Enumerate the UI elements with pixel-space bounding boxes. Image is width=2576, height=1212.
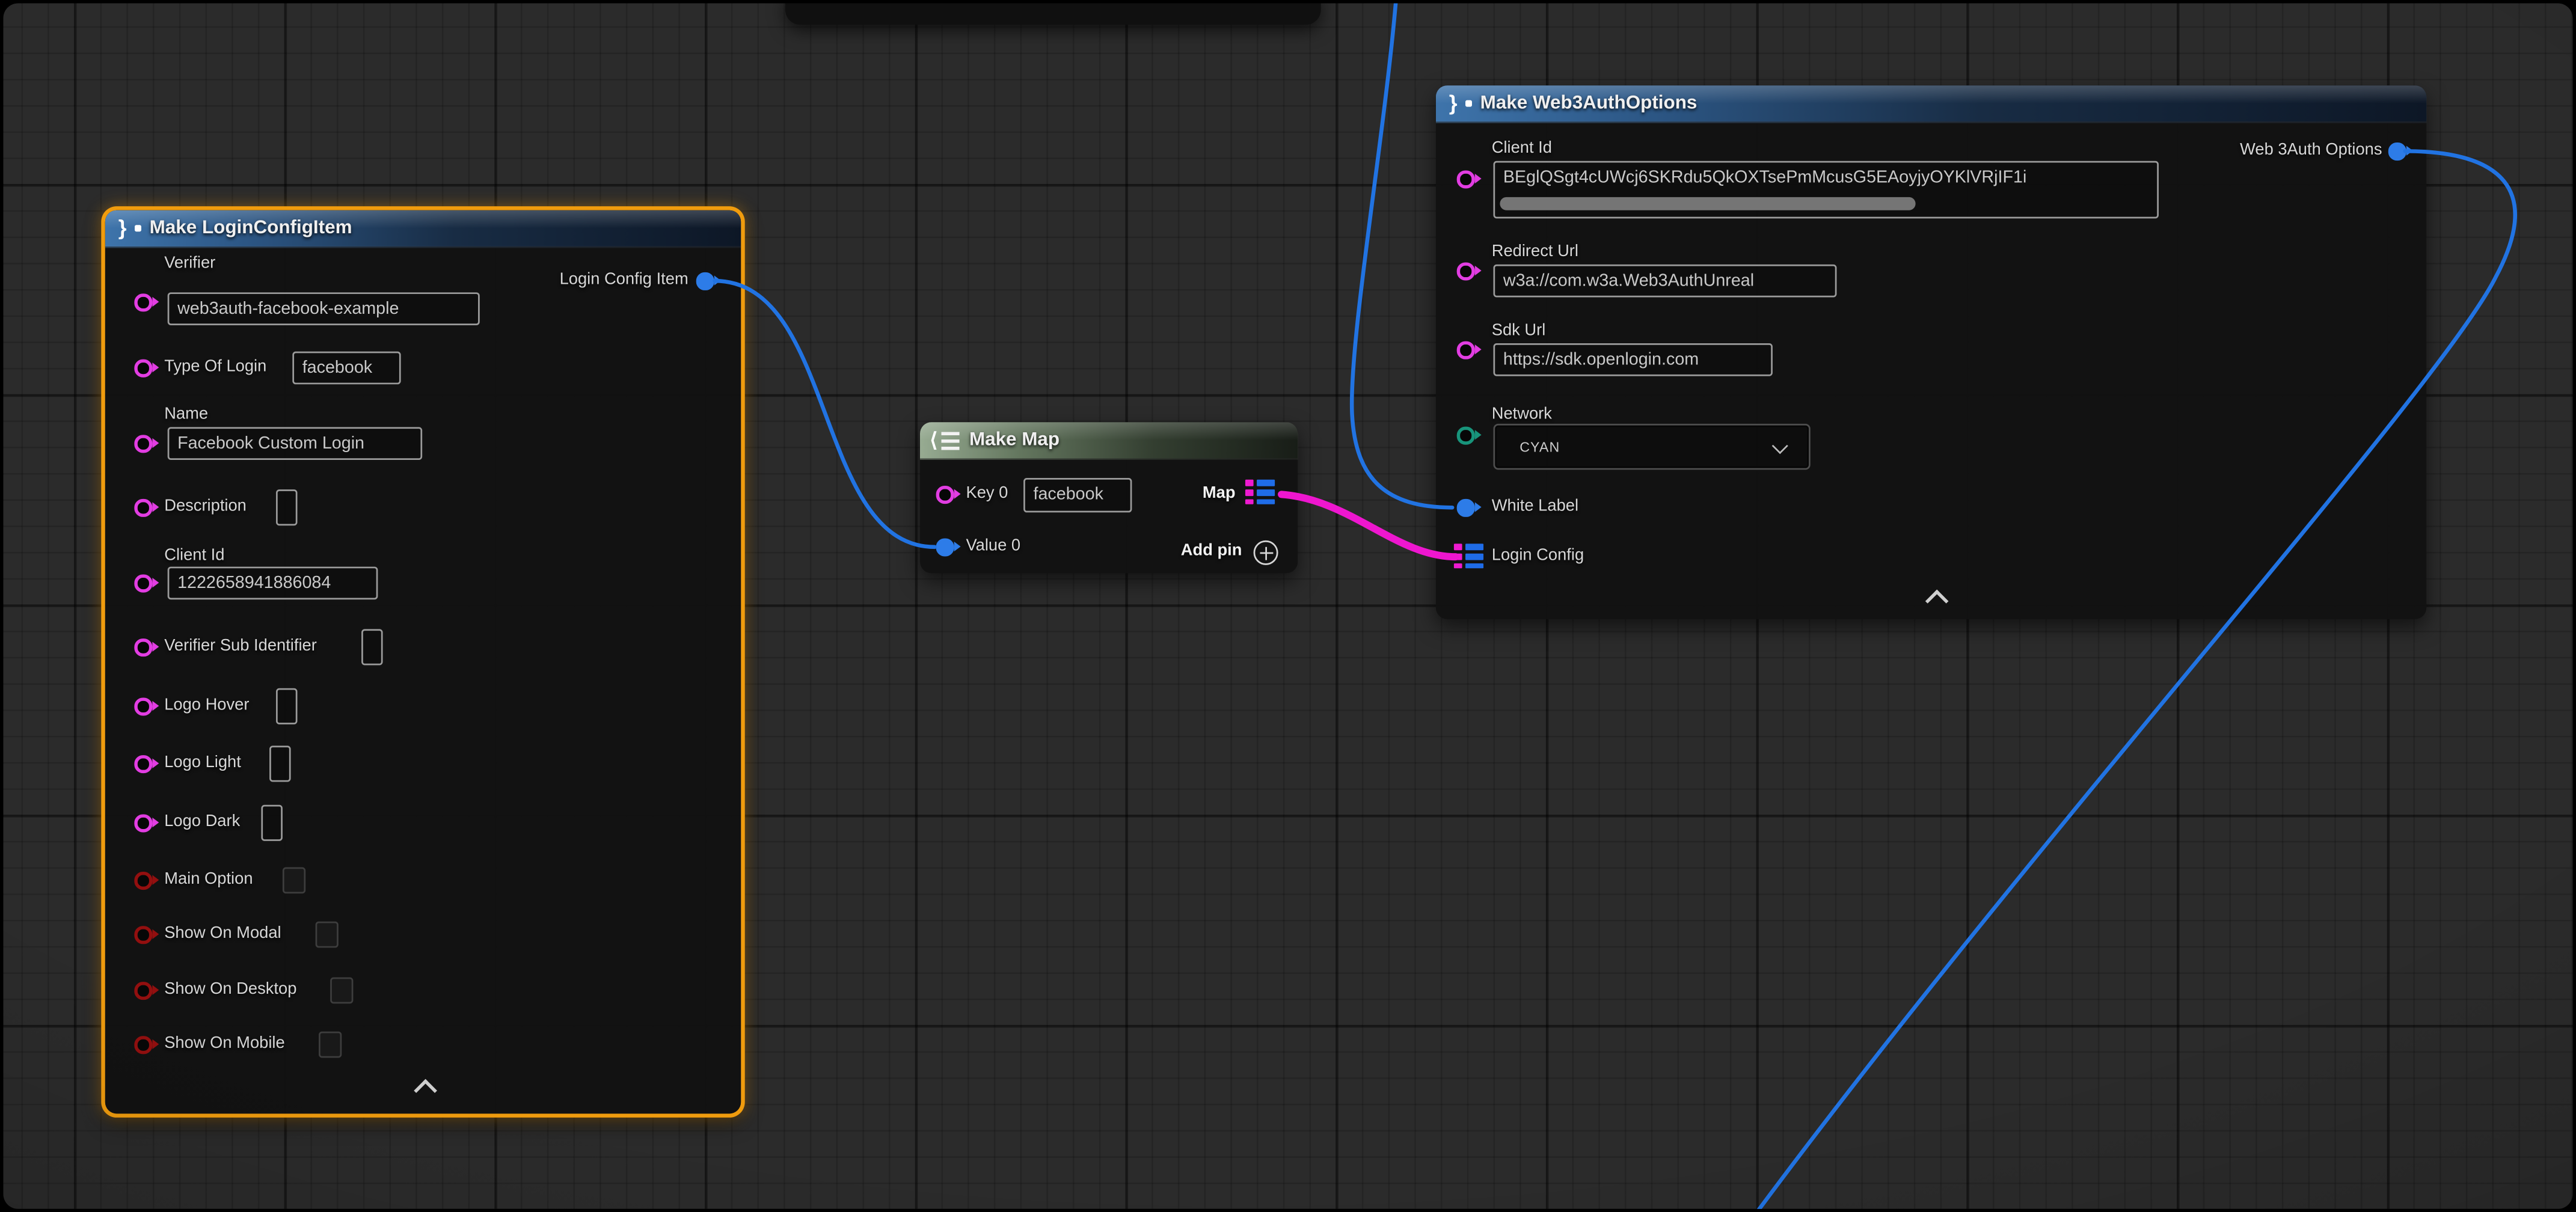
pin-label-web3auth-options: Web 3Auth Options bbox=[2240, 143, 2382, 159]
pin-label-show-on-modal: Show On Modal bbox=[164, 926, 281, 943]
logo-hover-input[interactable] bbox=[276, 688, 298, 724]
input-pin-type-of-login[interactable] bbox=[134, 360, 152, 377]
pin-label-key-0: Key 0 bbox=[966, 486, 1008, 503]
pin-label-verifier-sub-identifier: Verifier Sub Identifier bbox=[164, 639, 317, 655]
verifier-sub-identifier-input[interactable] bbox=[361, 629, 383, 665]
pin-label-logo-dark: Logo Dark bbox=[164, 815, 240, 831]
node-header[interactable]: Make LoginConfigItem bbox=[105, 210, 741, 248]
output-pin-login-config-item[interactable] bbox=[696, 272, 714, 290]
node-title: Make Web3AuthOptions bbox=[1480, 94, 1697, 114]
pin-label-description: Description bbox=[164, 500, 247, 516]
input-pin-redirect-url[interactable] bbox=[1457, 262, 1474, 280]
client-id-input[interactable]: 1222658941886084 bbox=[168, 567, 378, 600]
input-pin-verifier-sub-identifier[interactable] bbox=[134, 638, 152, 656]
client-id-scrollbar[interactable] bbox=[1500, 197, 1915, 210]
input-pin-show-on-desktop[interactable] bbox=[134, 982, 152, 999]
pin-label-network: Network bbox=[1492, 408, 1552, 424]
node-title: Make Map bbox=[969, 430, 1060, 450]
input-pin-sdk-url[interactable] bbox=[1457, 341, 1474, 359]
input-pin-network[interactable] bbox=[1457, 427, 1474, 444]
key-0-input[interactable]: facebook bbox=[1023, 478, 1132, 512]
input-pin-client-id[interactable] bbox=[134, 575, 152, 592]
add-pin-label[interactable]: Add pin bbox=[1181, 543, 1242, 560]
redirect-url-input[interactable]: w3a://com.w3a.Web3AuthUnreal bbox=[1493, 265, 1836, 298]
chevron-down-icon bbox=[1772, 438, 1788, 454]
pin-label-redirect-url: Redirect Url bbox=[1492, 245, 1578, 261]
input-pin-verifier[interactable] bbox=[134, 293, 152, 311]
node-header[interactable]: Make Web3AuthOptions bbox=[1436, 85, 2426, 123]
input-pin-logo-light[interactable] bbox=[134, 755, 152, 773]
show-on-mobile-checkbox[interactable] bbox=[319, 1032, 342, 1058]
node-title: Make LoginConfigItem bbox=[150, 218, 352, 238]
collapse-node-chevron-icon[interactable] bbox=[1925, 590, 1949, 613]
wire-map-to-login-config[interactable] bbox=[1281, 494, 1456, 557]
pin-label-map: Map bbox=[1203, 486, 1236, 503]
pin-label-sdk-url: Sdk Url bbox=[1492, 323, 1546, 340]
add-pin-icon[interactable] bbox=[1254, 540, 1278, 565]
network-dropdown-value: CYAN bbox=[1520, 438, 1560, 454]
make-struct-icon bbox=[118, 217, 140, 240]
sdk-url-input[interactable]: https://sdk.openlogin.com bbox=[1493, 343, 1772, 376]
pin-label-logo-hover: Logo Hover bbox=[164, 698, 249, 714]
input-pin-name[interactable] bbox=[134, 435, 152, 452]
verifier-input[interactable]: web3auth-facebook-example bbox=[168, 292, 480, 325]
pin-label-white-label: White Label bbox=[1492, 500, 1578, 516]
collapse-node-chevron-icon[interactable] bbox=[414, 1079, 437, 1103]
input-pin-logo-hover[interactable] bbox=[134, 697, 152, 715]
input-pin-description[interactable] bbox=[134, 499, 152, 516]
logo-light-input[interactable] bbox=[269, 745, 291, 782]
description-input[interactable] bbox=[276, 489, 298, 525]
input-pin-logo-dark[interactable] bbox=[134, 814, 152, 831]
logo-dark-input[interactable] bbox=[261, 805, 283, 841]
input-pin-value-0[interactable] bbox=[936, 538, 954, 556]
input-pin-white-label[interactable] bbox=[1457, 499, 1474, 516]
input-pin-client-id[interactable] bbox=[1457, 170, 1474, 188]
pin-label-show-on-mobile: Show On Mobile bbox=[164, 1036, 284, 1053]
node-make-web3authoptions[interactable]: Make Web3AuthOptions Web 3Auth Options C… bbox=[1436, 85, 2426, 619]
node-make-loginconfigitem[interactable]: Make LoginConfigItem Login Config Item V… bbox=[105, 210, 741, 1114]
node-header[interactable]: Make Map bbox=[920, 422, 1298, 460]
pin-label-client-id: Client Id bbox=[1492, 141, 1552, 158]
pin-label-logo-light: Logo Light bbox=[164, 756, 241, 772]
network-dropdown[interactable]: CYAN bbox=[1493, 424, 1810, 470]
show-on-desktop-checkbox[interactable] bbox=[330, 978, 353, 1004]
input-pin-show-on-mobile[interactable] bbox=[134, 1036, 152, 1053]
make-struct-icon bbox=[1449, 92, 1471, 115]
pin-label-login-config-item: Login Config Item bbox=[560, 273, 688, 289]
input-pin-show-on-modal[interactable] bbox=[134, 926, 152, 943]
pin-label-value-0: Value 0 bbox=[966, 539, 1020, 555]
pin-label-login-config: Login Config bbox=[1492, 549, 1584, 565]
pin-label-verifier: Verifier bbox=[164, 256, 215, 272]
wire-login-config-item-to-value0[interactable] bbox=[714, 281, 934, 547]
blueprint-editor: Make LoginConfigItem Login Config Item V… bbox=[0, 0, 2576, 1212]
name-input[interactable]: Facebook Custom Login bbox=[168, 427, 422, 460]
output-pin-web3auth-options[interactable] bbox=[2388, 142, 2406, 160]
input-pin-main-option[interactable] bbox=[134, 872, 152, 889]
pin-label-client-id: Client Id bbox=[164, 549, 224, 565]
screenshot-stage: Make LoginConfigItem Login Config Item V… bbox=[0, 0, 2576, 1212]
pin-label-type-of-login: Type Of Login bbox=[164, 360, 266, 376]
node-make-map[interactable]: Make Map Key 0 facebook Map Value 0 Add … bbox=[920, 422, 1298, 573]
show-on-modal-checkbox[interactable] bbox=[316, 922, 339, 948]
pin-label-name: Name bbox=[164, 408, 208, 424]
main-option-checkbox[interactable] bbox=[283, 868, 305, 894]
output-pin-map[interactable] bbox=[1245, 480, 1275, 505]
pin-label-main-option: Main Option bbox=[164, 872, 253, 889]
pin-label-show-on-desktop: Show On Desktop bbox=[164, 982, 296, 999]
make-container-icon bbox=[933, 430, 960, 450]
type-of-login-input[interactable]: facebook bbox=[292, 352, 400, 385]
offscreen-node-top[interactable] bbox=[785, 3, 1321, 25]
input-pin-key-0[interactable] bbox=[936, 486, 954, 503]
graph-canvas[interactable]: Make LoginConfigItem Login Config Item V… bbox=[3, 3, 2572, 1208]
